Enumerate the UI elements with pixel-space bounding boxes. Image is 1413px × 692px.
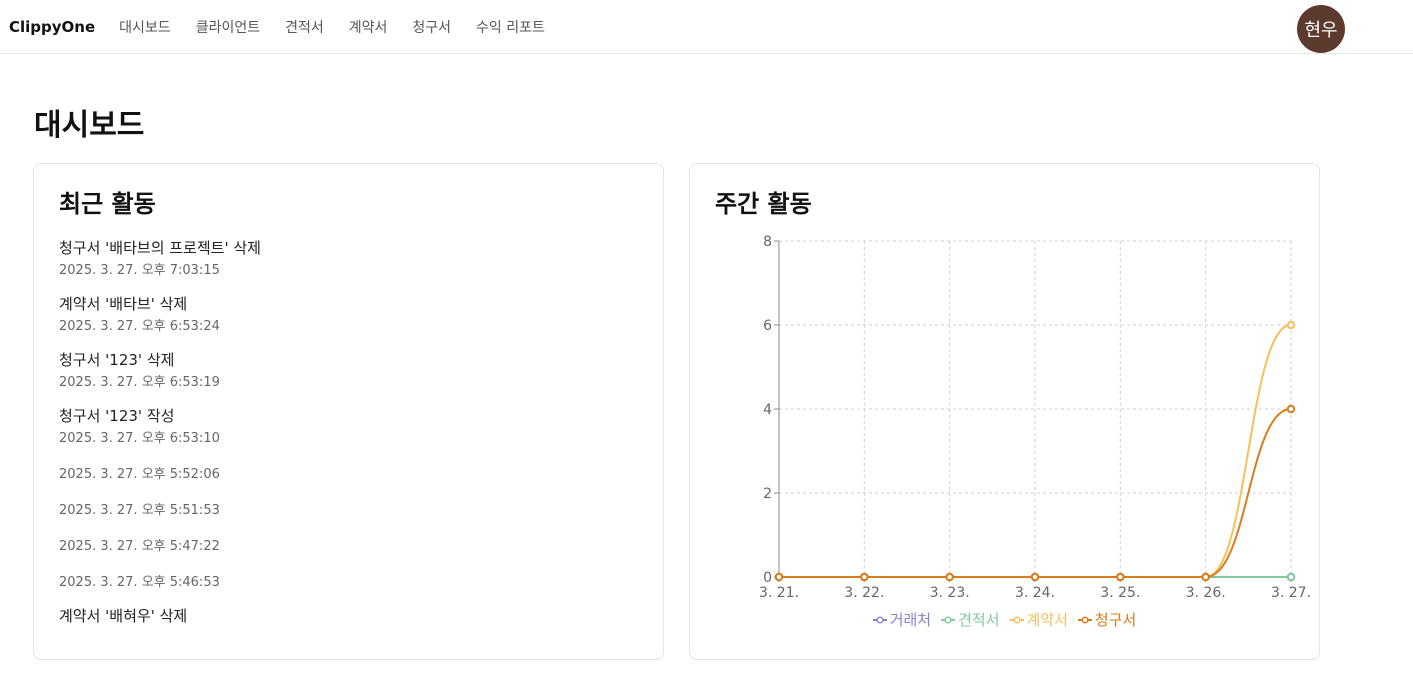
list-item: 청구서 '123' 작성 2025. 3. 27. 오후 6:53:10 xyxy=(59,406,643,452)
legend-line-icon xyxy=(1077,615,1092,624)
recent-activity-title: 최근 활동 xyxy=(59,190,156,218)
legend-line-icon xyxy=(941,615,956,624)
list-item: 2025. 3. 27. 오후 5:47:22 xyxy=(59,534,643,560)
nav-item-quotes[interactable]: 견적서 xyxy=(285,17,324,37)
activity-time: 2025. 3. 27. 오후 5:47:22 xyxy=(59,539,220,554)
data-point xyxy=(1286,572,1296,582)
nav-item-invoices[interactable]: 청구서 xyxy=(412,17,451,37)
legend-label: 거래처 xyxy=(889,611,932,629)
y-tick-label: 0 xyxy=(763,570,772,586)
nav-item-dashboard[interactable]: 대시보드 xyxy=(119,17,171,37)
legend-line-icon xyxy=(1009,615,1024,624)
activity-text: 계약서 '배혀우' 삭제 xyxy=(59,607,188,625)
list-item: 2025. 3. 27. 오후 5:51:53 xyxy=(59,498,643,524)
list-item: 계약서 '배타브' 삭제 2025. 3. 27. 오후 6:53:24 xyxy=(59,294,643,340)
page-title: 대시보드 xyxy=(34,108,145,143)
data-point xyxy=(1201,572,1210,582)
activity-time: 2025. 3. 27. 오후 5:46:53 xyxy=(59,575,220,590)
list-item: 2025. 3. 27. 오후 5:46:53 xyxy=(59,570,643,596)
activity-text: 계약서 '배타브' 삭제 xyxy=(59,295,188,313)
nav-item-contracts[interactable]: 계약서 xyxy=(349,17,388,37)
legend-line-icon xyxy=(872,615,887,624)
y-tick-label: 4 xyxy=(763,402,772,418)
list-item: 청구서 '배타브의 프로젝트' 삭제 2025. 3. 27. 오후 7:03:1… xyxy=(59,238,643,284)
legend-item[interactable]: 청구서 xyxy=(1077,609,1137,630)
weekly-activity-chart: 0 2 4 6 8 3. 21. 3. 22. 3. 23. 3. 24. 3. 25. 3. 26… xyxy=(759,234,1311,601)
y-tick-label: 2 xyxy=(763,486,772,502)
x-tick-label: 3. 22. xyxy=(844,585,884,601)
list-item: 2025. 3. 27. 오후 5:52:06 xyxy=(59,462,643,488)
activity-text: 청구서 '123' 작성 xyxy=(59,407,175,425)
legend-item[interactable]: 계약서 xyxy=(1009,609,1068,630)
legend-item[interactable]: 견적서 xyxy=(941,609,1000,630)
activity-time: 2025. 3. 27. 오후 6:53:19 xyxy=(59,375,220,390)
chart-legend: 거래처 견적서 계약서 청구서 xyxy=(690,609,1319,630)
nav-item-clients[interactable]: 클라이언트 xyxy=(196,17,260,37)
activity-text: 청구서 '123' 삭제 xyxy=(59,351,175,369)
legend-label: 견적서 xyxy=(958,611,1000,629)
data-point xyxy=(1030,572,1040,582)
activity-time: 2025. 3. 27. 오후 6:53:24 xyxy=(59,319,220,334)
activity-time: 2025. 3. 27. 오후 5:52:06 xyxy=(59,467,220,482)
avatar[interactable]: 현우 xyxy=(1297,5,1345,53)
data-point xyxy=(774,572,784,582)
nav-item-revenue-report[interactable]: 수익 리포트 xyxy=(476,17,545,37)
data-point xyxy=(860,572,869,582)
x-tick-label: 3. 26. xyxy=(1186,585,1226,601)
top-navbar: ClippyOne 대시보드 클라이언트 견적서 계약서 청구서 수익 리포트 … xyxy=(0,0,1413,54)
legend-label: 계약서 xyxy=(1026,611,1068,629)
data-point xyxy=(1116,572,1125,582)
activity-text: 청구서 '배타브의 프로젝트' 삭제 xyxy=(59,239,261,257)
y-tick-label: 8 xyxy=(763,234,772,250)
x-tick-label: 3. 23. xyxy=(930,585,970,601)
list-item: 청구서 '123' 삭제 2025. 3. 27. 오후 6:53:19 xyxy=(59,350,643,396)
list-item: 계약서 '배혀우' 삭제 xyxy=(59,606,643,626)
legend-label: 청구서 xyxy=(1094,611,1137,629)
x-tick-label: 3. 21. xyxy=(759,585,799,601)
recent-activity-card: 최근 활동 청구서 '배타브의 프로젝트' 삭제 2025. 3. 27. 오후 … xyxy=(33,163,664,660)
data-point xyxy=(1286,404,1296,414)
activity-time: 2025. 3. 27. 오후 6:53:10 xyxy=(59,431,220,446)
activity-time: 2025. 3. 27. 오후 5:51:53 xyxy=(59,503,220,518)
activity-list: 청구서 '배타브의 프로젝트' 삭제 2025. 3. 27. 오후 7:03:1… xyxy=(59,238,643,636)
y-tick-label: 6 xyxy=(763,318,772,334)
brand-logo[interactable]: ClippyOne xyxy=(9,18,95,36)
x-tick-label: 3. 24. xyxy=(1015,585,1055,601)
data-point xyxy=(945,572,954,582)
activity-time: 2025. 3. 27. 오후 7:03:15 xyxy=(59,263,220,278)
weekly-activity-card: 주간 활동 0 2 4 6 8 3. 21. 3. 22. 3. 23. 3. 24. 3. 25… xyxy=(689,163,1320,660)
data-point xyxy=(1286,320,1296,330)
x-tick-label: 3. 25. xyxy=(1100,585,1140,601)
x-tick-label: 3. 27. xyxy=(1271,585,1311,601)
legend-item[interactable]: 거래처 xyxy=(872,609,932,630)
